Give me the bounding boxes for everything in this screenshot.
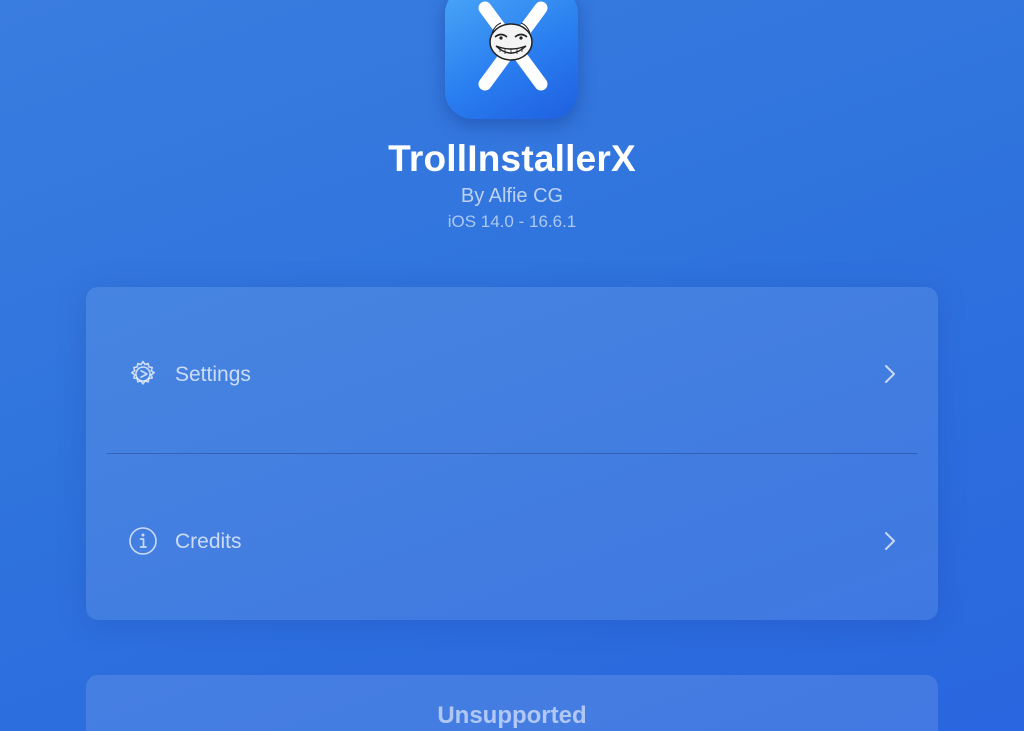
gear-icon <box>131 360 155 385</box>
chevron-right-icon <box>885 365 895 383</box>
app-author: By Alfie CG <box>460 185 564 207</box>
credits-row[interactable]: Credits <box>86 454 938 620</box>
info-circle-icon <box>129 527 157 555</box>
app-icon <box>445 0 578 119</box>
x-logo-icon <box>478 1 548 91</box>
settings-label: Settings <box>175 363 251 386</box>
settings-row[interactable]: Settings <box>86 287 938 453</box>
unsupported-button[interactable]: Unsupported <box>86 675 938 731</box>
unsupported-label: Unsupported <box>437 702 587 729</box>
credits-label: Credits <box>175 530 242 553</box>
chevron-right-icon <box>885 532 895 550</box>
app-title: TrollInstallerX <box>388 138 636 179</box>
app-version-range: iOS 14.0 - 16.6.1 <box>447 212 577 231</box>
trollface-icon <box>489 22 533 61</box>
menu-card: Settings Credits <box>86 287 938 620</box>
